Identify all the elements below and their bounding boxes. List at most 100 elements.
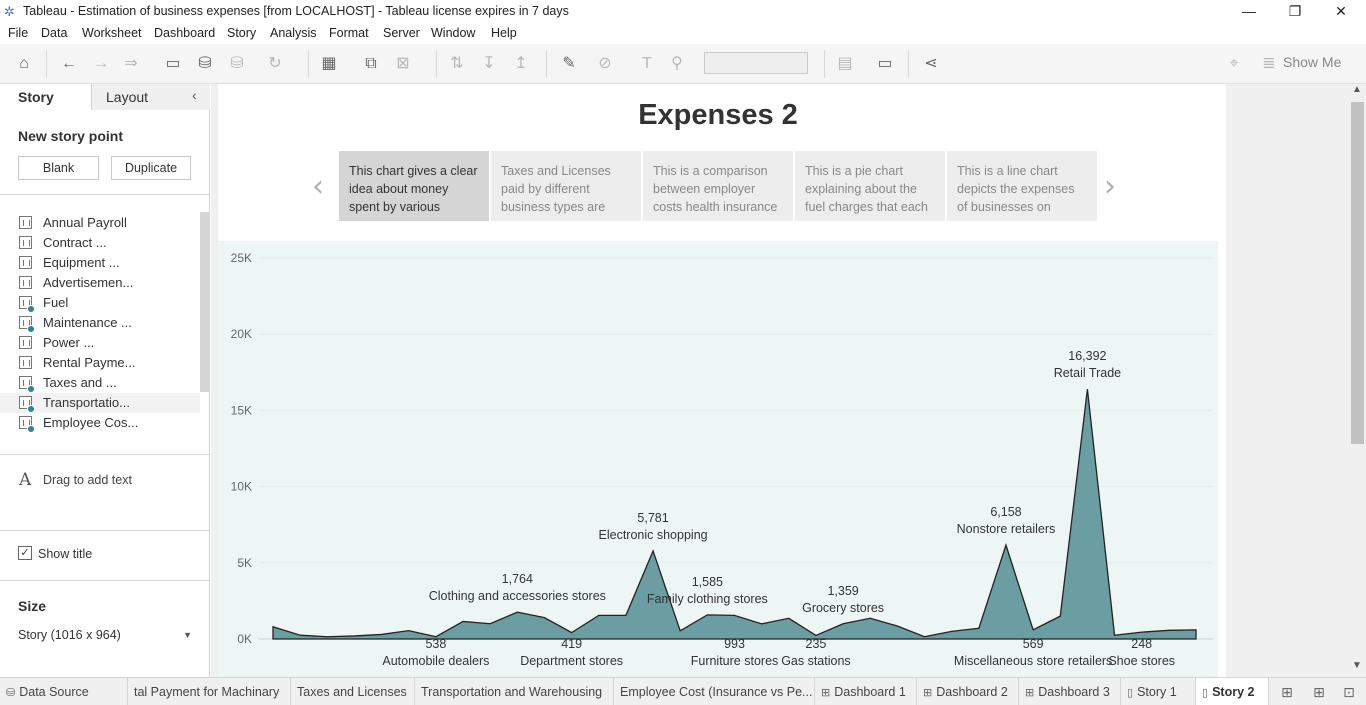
menu-format[interactable]: Format: [329, 26, 369, 40]
menu-help[interactable]: Help: [491, 26, 517, 40]
menu-server[interactable]: Server: [383, 26, 420, 40]
data-label-category: Shoe stores: [1108, 654, 1175, 668]
story-point-3[interactable]: This is a comparison between employer co…: [643, 151, 793, 221]
menu-data[interactable]: Data: [41, 26, 67, 40]
area-chart-svg: 0K 5K 10K 15K 20K 25K 538 Automobile dealers 1,7…: [231, 251, 1213, 668]
text-object-icon[interactable]: A: [19, 470, 31, 490]
maximize-button[interactable]: ❐: [1272, 0, 1318, 24]
menu-story[interactable]: Story: [227, 26, 256, 40]
pin-icon[interactable]: ⚲: [666, 53, 688, 75]
sheet-tab[interactable]: Transportation and Warehousing: [415, 678, 614, 705]
redo-dropdown-icon[interactable]: ⇒: [120, 53, 142, 75]
home-icon[interactable]: ⌂: [13, 53, 35, 75]
sheet-list-item[interactable]: Power ...: [0, 333, 200, 353]
presentation-icon[interactable]: ▭: [874, 53, 896, 75]
swap-icon[interactable]: ⇅: [446, 53, 468, 75]
clear-sheet-icon[interactable]: ⊠: [392, 53, 414, 75]
new-story-tab-icon[interactable]: ⊡: [1340, 684, 1358, 700]
story-point-5[interactable]: This is a line chart depicts the expense…: [947, 151, 1097, 221]
story-point-4[interactable]: This is a pie chart explaining about the…: [795, 151, 945, 221]
sheet-list-item-label: Rental Payme...: [43, 355, 136, 370]
sheet-tab[interactable]: ⊞ Dashboard 1: [815, 678, 917, 705]
duplicate-sheet-icon[interactable]: ⧉: [360, 53, 382, 75]
minimize-button[interactable]: —: [1226, 0, 1272, 24]
data-label-category: Furniture stores: [691, 654, 779, 668]
chevron-down-icon: ▼: [183, 630, 192, 640]
blank-button[interactable]: Blank: [18, 156, 99, 180]
new-dashboard-tab-icon[interactable]: ⊞: [1310, 684, 1328, 700]
sheet-tab[interactable]: ⊞ Dashboard 2: [917, 678, 1019, 705]
sheet-list-item[interactable]: Contract ...: [0, 233, 200, 253]
sheet-list-item[interactable]: Taxes and ...: [0, 373, 200, 393]
fit-dropdown[interactable]: [704, 52, 808, 74]
sort-ascending-icon[interactable]: ↧: [478, 53, 500, 75]
menu-dashboard[interactable]: Dashboard: [154, 26, 215, 40]
sheet-tab[interactable]: tal Payment for Machinary: [128, 678, 291, 705]
story-point-1[interactable]: This chart gives a clear idea about mone…: [339, 151, 489, 221]
sheet-list-item-label: Power ...: [43, 335, 95, 350]
show-me-button[interactable]: Show Me: [1283, 54, 1341, 70]
sheet-tab[interactable]: ⊞ Dashboard 3: [1019, 678, 1121, 705]
sheet-tab-label: Dashboard 3: [1038, 685, 1110, 699]
menu-file[interactable]: File: [8, 26, 28, 40]
data-label-value: 1,585: [692, 575, 723, 589]
divider: [0, 194, 210, 195]
sheet-tab[interactable]: Employee Cost (Insurance vs Pe...: [614, 678, 815, 705]
next-story-point-icon[interactable]: ›: [1104, 169, 1116, 204]
group-icon[interactable]: ⊘: [594, 53, 616, 75]
sheet-list-item-label: Equipment ...: [43, 255, 120, 270]
scroll-up-icon[interactable]: ▲: [1352, 84, 1362, 95]
duplicate-button[interactable]: Duplicate: [111, 156, 191, 180]
new-worksheet-tab-icon[interactable]: ⊞: [1278, 684, 1296, 700]
sheet-list-item[interactable]: Transportatio...: [0, 393, 200, 413]
sheet-list-item-label: Employee Cos...: [43, 415, 139, 430]
previous-story-point-icon[interactable]: ‹: [312, 169, 324, 204]
pause-updates-icon[interactable]: ⛁: [226, 53, 248, 75]
sheet-list-item[interactable]: Maintenance ...: [0, 313, 200, 333]
fit-icon[interactable]: ▤: [834, 53, 856, 75]
sheet-list-scrollbar[interactable]: [200, 212, 209, 392]
refresh-icon[interactable]: ↻: [264, 53, 286, 75]
sheet-tab[interactable]: ▯ Story 1: [1121, 678, 1196, 705]
sheet-list-item[interactable]: Advertisemen...: [0, 273, 200, 293]
labels-icon[interactable]: T: [636, 53, 658, 75]
undo-icon[interactable]: ←: [58, 53, 80, 75]
collapse-panel-icon[interactable]: ‹: [192, 87, 197, 103]
sheet-list-item[interactable]: Equipment ...: [0, 253, 200, 273]
menu-window[interactable]: Window: [431, 26, 475, 40]
sheet-tab[interactable]: Taxes and Licenses: [291, 678, 415, 705]
data-label-category: Retail Trade: [1054, 366, 1121, 380]
tab-story[interactable]: Story: [0, 84, 92, 110]
data-label-value: 538: [425, 637, 446, 651]
scrollbar-thumb[interactable]: [1351, 102, 1364, 444]
sheet-list-item[interactable]: Annual Payroll: [0, 213, 200, 233]
story-point-2[interactable]: Taxes and Licenses paid by different bus…: [491, 151, 641, 221]
menu-bar: File Data Worksheet Dashboard Story Anal…: [0, 24, 1366, 44]
scroll-down-icon[interactable]: ▼: [1352, 660, 1362, 671]
size-select[interactable]: Story (1016 x 964) ▼: [18, 628, 194, 646]
y-tick-label: 10K: [231, 480, 252, 494]
redo-icon[interactable]: →: [90, 53, 112, 75]
sheet-list-item[interactable]: Employee Cos...: [0, 413, 200, 433]
sort-descending-icon[interactable]: ↥: [510, 53, 532, 75]
new-data-source-icon[interactable]: ⛁: [194, 53, 216, 75]
new-worksheet-icon[interactable]: ▦: [318, 53, 340, 75]
canvas-scrollbar[interactable]: ▲ ▼: [1349, 84, 1366, 677]
paint-icon[interactable]: ⌖: [1223, 53, 1245, 75]
show-title-checkbox[interactable]: ✓: [18, 546, 32, 560]
data-label-category: Family clothing stores: [647, 592, 768, 606]
highlight-icon[interactable]: ✎: [558, 53, 580, 75]
save-icon[interactable]: ▭: [162, 53, 184, 75]
menu-analysis[interactable]: Analysis: [270, 26, 317, 40]
sheet-tab[interactable]: ▯ Story 2: [1196, 678, 1269, 705]
sheet-list-item[interactable]: Fuel: [0, 293, 200, 313]
show-me-icon[interactable]: ≣: [1260, 53, 1278, 75]
sheet-list-item[interactable]: Rental Payme...: [0, 353, 200, 373]
drag-to-add-text[interactable]: Drag to add text: [43, 473, 132, 487]
window-title: Tableau - Estimation of business expense…: [23, 4, 569, 18]
menu-worksheet[interactable]: Worksheet: [82, 26, 142, 40]
sheet-tab[interactable]: ⛁ Data Source: [0, 678, 128, 705]
close-button[interactable]: ✕: [1318, 0, 1364, 24]
share-icon[interactable]: ⋖: [920, 53, 942, 75]
data-label-category: Clothing and accessories stores: [429, 589, 606, 603]
